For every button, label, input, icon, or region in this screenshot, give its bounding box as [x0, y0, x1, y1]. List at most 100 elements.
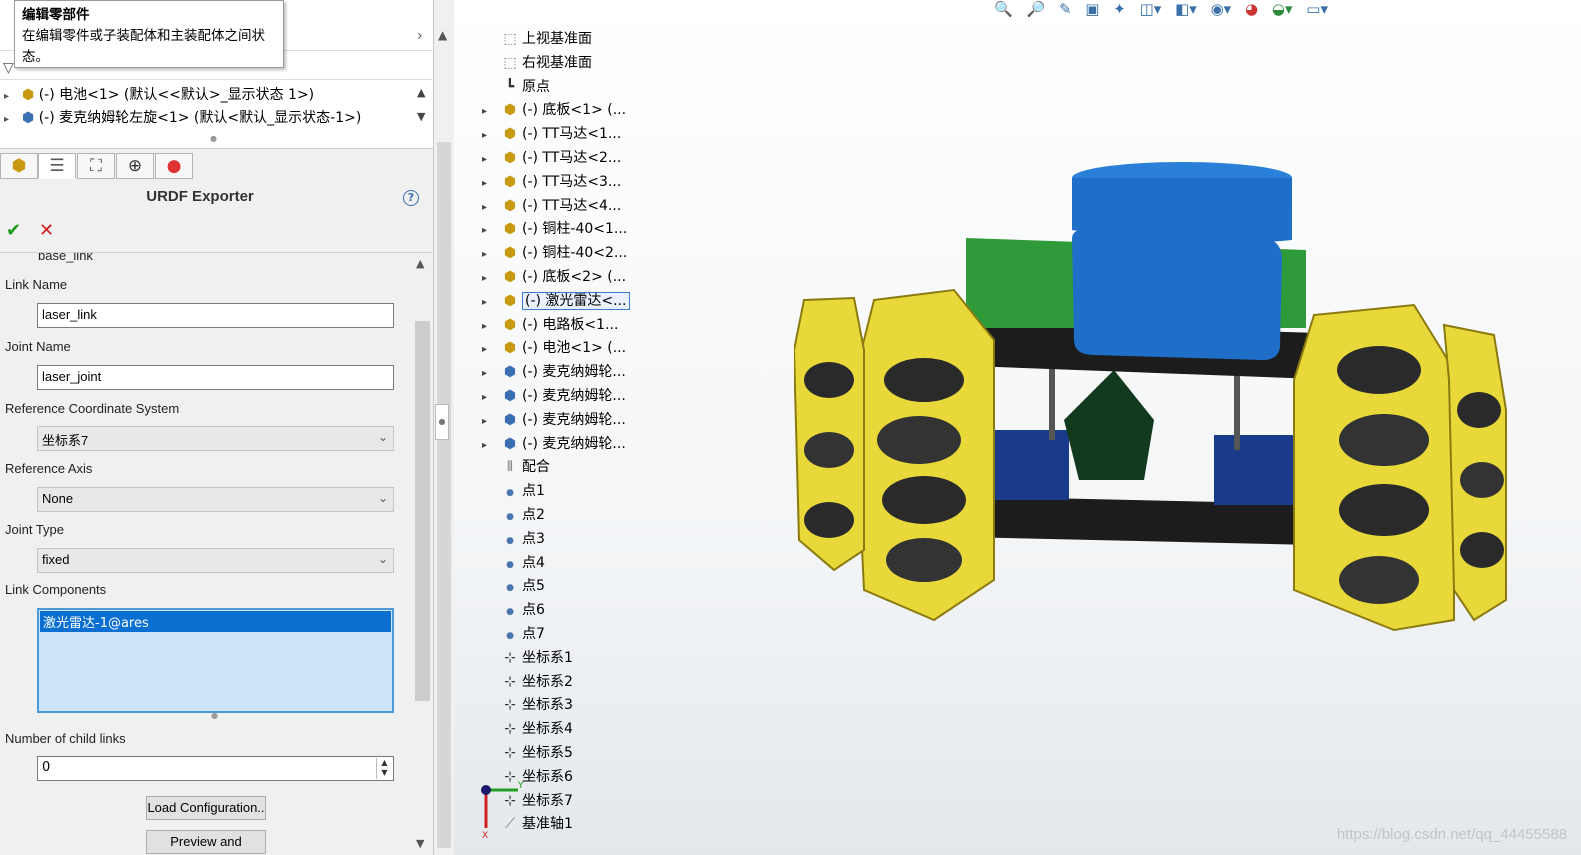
tree-item[interactable]: ⊹ 坐标系5 — [482, 741, 573, 765]
tree-item[interactable]: ▸ ⬢ (-) 底板<1> (... — [482, 98, 626, 122]
tree-item[interactable]: ▸ ⬢ (-) TT马达<2... — [482, 146, 621, 170]
expand-icon[interactable]: ▸ — [482, 410, 498, 434]
scroll-down-icon[interactable]: ▼ — [416, 837, 424, 850]
robot-model[interactable] — [794, 150, 1514, 650]
list-item[interactable]: 激光雷达-1@ares — [40, 611, 391, 632]
expand-icon[interactable]: ▸ — [482, 219, 498, 243]
scroll-up-icon[interactable]: ▲ — [417, 86, 429, 99]
zoom-to-fit-icon[interactable]: 🔍 — [994, 0, 1013, 18]
display-style-icon[interactable]: ◧▾ — [1175, 0, 1197, 18]
panel-scrollbar[interactable]: ▲ ▼ — [413, 253, 432, 855]
spin-buttons[interactable]: ▲ ▼ — [376, 758, 392, 779]
scroll-up-icon[interactable]: ▲ — [438, 28, 447, 42]
resize-grip-icon[interactable]: ● — [211, 711, 218, 720]
resize-grip-icon[interactable]: ● — [210, 134, 217, 143]
tab-configuration-manager[interactable]: ⛶ — [77, 153, 115, 179]
tree-item[interactable]: ▸ ⬢ (-) 铜柱-40<1... — [482, 217, 627, 241]
tree-item[interactable]: ▸ ⬢ (-) 电池<1> (... — [482, 336, 626, 360]
tree-item[interactable]: ⊹ 坐标系3 — [482, 693, 573, 717]
ok-check-icon[interactable]: ✔ — [6, 220, 21, 241]
wheel-front-left[interactable] — [852, 288, 995, 622]
section-view-icon[interactable]: ▣ — [1085, 0, 1099, 18]
preview-export-button[interactable]: Preview and Export.. — [146, 830, 266, 854]
spin-up-icon[interactable]: ▲ — [377, 758, 392, 768]
expand-icon[interactable]: ▸ — [4, 109, 22, 131]
circuit-board[interactable] — [1064, 370, 1154, 480]
expand-icon[interactable]: ▸ — [482, 100, 498, 124]
tree-item[interactable]: ⬚ 上视基准面 — [482, 27, 592, 51]
expand-icon[interactable]: ▸ — [482, 124, 498, 148]
tree-item[interactable]: ● 点2 — [482, 503, 545, 527]
hide-show-icon[interactable]: ◉▾ — [1211, 0, 1232, 18]
tab-property-manager[interactable]: ☰ — [38, 153, 76, 179]
help-icon[interactable]: ? — [403, 190, 419, 206]
expand-icon[interactable]: ▸ — [4, 86, 22, 108]
link-name-input[interactable]: laser_link — [37, 303, 394, 328]
expand-icon[interactable]: ▸ — [482, 434, 498, 458]
expand-icon[interactable]: ▸ — [482, 172, 498, 196]
load-configuration-button[interactable]: Load Configuration.. — [146, 796, 266, 820]
tree-item[interactable]: ▸ ⬢ (-) 底板<2> (... — [482, 265, 626, 289]
tree-item[interactable]: ▸ ⬢ (-) 铜柱-40<2... — [482, 241, 627, 265]
expand-icon[interactable]: ▸ — [482, 196, 498, 220]
tree-item[interactable]: ⊹ 坐标系4 — [482, 717, 573, 741]
tree-item[interactable]: ┗ 原点 — [482, 75, 550, 99]
expand-icon[interactable]: ▸ — [482, 267, 498, 291]
tree-item[interactable]: ⊹ 坐标系1 — [482, 646, 573, 670]
scroll-up-icon[interactable]: ▲ — [416, 257, 424, 270]
tree-item[interactable]: ⊹ 坐标系2 — [482, 670, 573, 694]
pane-splitter[interactable]: ▲ ● — [434, 0, 454, 855]
expand-icon[interactable]: ▸ — [482, 338, 498, 362]
scroll-thumb[interactable] — [437, 142, 451, 848]
view-orientation-icon[interactable]: ◫▾ — [1140, 0, 1162, 18]
expand-icon[interactable]: ▸ — [482, 386, 498, 410]
scroll-thumb[interactable] — [415, 321, 430, 701]
tree-item[interactable]: ● 点7 — [482, 622, 545, 646]
tab-feature-manager[interactable]: ⬢ — [0, 153, 38, 179]
joint-name-input[interactable]: laser_joint — [37, 365, 394, 390]
graphics-viewport[interactable]: 🔍 🔎 ✎ ▣ ✦ ◫▾ ◧▾ ◉▾ ◕ ◒▾ ▭▾ ⬚ 上视基准面 ⬚ 右视基准面 ┗… — [454, 0, 1581, 855]
link-components-list[interactable]: 激光雷达-1@ares — [37, 608, 394, 713]
tree-item-mecanum-left[interactable]: ▸ ⬢ (-) 麦克纳姆轮左旋<1> (默认<默认_显示状态-1>) — [4, 107, 361, 129]
previous-view-icon[interactable]: ✎ — [1059, 0, 1072, 18]
expand-icon[interactable]: ▸ — [482, 148, 498, 172]
ref-axis-select[interactable]: None ⌄ — [37, 487, 394, 512]
filter-icon[interactable]: ▽ — [3, 60, 14, 76]
wheel-front-right[interactable] — [1293, 303, 1455, 632]
tree-item-battery[interactable]: ▸ ⬢ (-) 电池<1> (默认<<默认>_显示状态 1>) — [4, 84, 314, 106]
tab-display-manager[interactable]: ● — [155, 153, 193, 179]
child-links-stepper[interactable]: 0 ▲ ▼ — [37, 756, 394, 781]
expand-icon[interactable]: ▸ — [482, 315, 498, 339]
zoom-area-icon[interactable]: 🔎 — [1026, 0, 1045, 18]
tree-item[interactable]: ▸ ⬢ (-) 麦克纳姆轮... — [482, 408, 626, 432]
chevron-right-icon[interactable]: › — [417, 28, 423, 44]
cancel-x-icon[interactable]: ✕ — [39, 220, 54, 241]
splitter-handle[interactable]: ● — [435, 404, 449, 440]
tree-item[interactable]: ▸ ⬢ (-) TT马达<4... — [482, 194, 621, 218]
joint-type-select[interactable]: fixed ⌄ — [37, 548, 394, 573]
tree-item[interactable]: ▸ ⬢ (-) TT马达<1... — [482, 122, 621, 146]
tree-item[interactable]: ⬚ 右视基准面 — [482, 51, 592, 75]
scroll-down-icon[interactable]: ▼ — [417, 110, 429, 123]
tree-item[interactable]: ▸ ⬢ (-) 电路板<1... — [482, 313, 618, 337]
tree-item[interactable]: ▸ ⬢ (-) 麦克纳姆轮... — [482, 384, 626, 408]
lidar-base[interactable] — [1072, 228, 1282, 360]
expand-icon[interactable]: ▸ — [482, 362, 498, 386]
tree-item[interactable]: ● 点1 — [482, 479, 545, 503]
dynamic-annotation-icon[interactable]: ✦ — [1113, 0, 1126, 18]
tree-item[interactable]: ⫴ 配合 — [482, 455, 550, 479]
expand-icon[interactable]: ▸ — [482, 243, 498, 267]
edit-appearance-icon[interactable]: ◕ — [1245, 0, 1258, 18]
tree-item[interactable]: ▸ ⬢ (-) 麦克纳姆轮... — [482, 432, 626, 456]
view-settings-icon[interactable]: ▭▾ — [1306, 0, 1328, 18]
tree-item[interactable]: ● 点5 — [482, 574, 545, 598]
tree-item[interactable]: ● 点3 — [482, 527, 545, 551]
ref-coord-select[interactable]: 坐标系7 ⌄ — [37, 426, 394, 451]
wheel-rear-right[interactable] — [1442, 323, 1507, 622]
tree-item[interactable]: ▸ ⬢ (-) 麦克纳姆轮... — [482, 360, 626, 384]
tree-item[interactable]: ● 点4 — [482, 551, 545, 575]
wheel-rear-left[interactable] — [794, 296, 865, 572]
apply-scene-icon[interactable]: ◒▾ — [1272, 0, 1293, 18]
tree-item[interactable]: ▸ ⬢ (-) 激光雷达<... — [482, 289, 630, 313]
tab-dimxpert[interactable]: ⊕ — [116, 153, 154, 179]
